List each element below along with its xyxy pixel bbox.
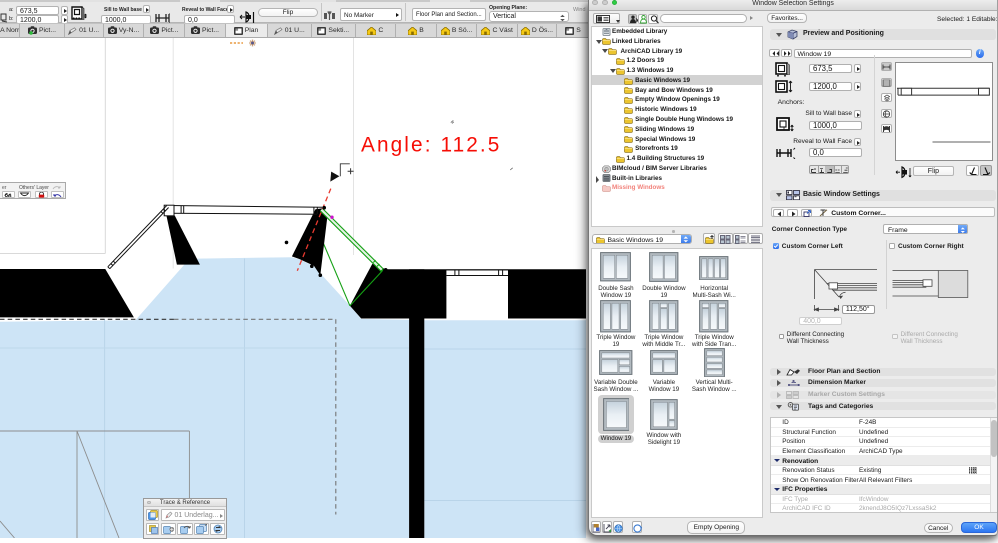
- svg-text:Angle: 112.5: Angle: 112.5: [361, 134, 501, 157]
